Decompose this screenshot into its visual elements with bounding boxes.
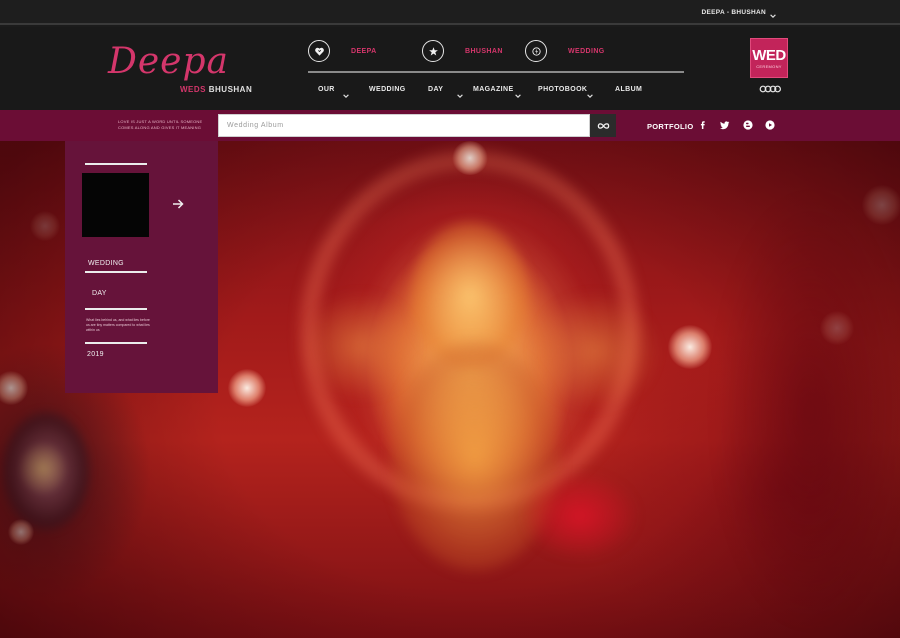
site-header: Deepa WEDS BHUSHAN DEEPA BHUSHAN WEDDING [0,27,900,110]
tab-deepa[interactable]: DEEPA [308,39,377,63]
divider [85,308,147,310]
user-menu-label: DEEPA - BHUSHAN [701,9,766,16]
tagline: LOVE IS JUST A WORD UNTIL SOMEONE COMES … [118,119,203,130]
infinity-icon [597,122,609,129]
chevron-down-icon[interactable] [586,87,594,98]
divider [85,271,147,273]
tab-divider [308,71,684,73]
badge-subtitle: CEREMONY [756,63,782,69]
nav-item-our[interactable]: OUR [318,86,335,93]
top-bar: DEEPA - BHUSHAN [0,0,900,25]
portfolio-link[interactable]: PORTFOLIO [647,122,693,131]
nav-item-magazine[interactable]: MAGAZINE [473,86,514,93]
wed-ceremony-badge[interactable]: WED CEREMONY [750,38,788,78]
nav-item-photobook[interactable]: PHOTOBOOK [538,86,587,93]
twitter-icon[interactable] [719,119,731,131]
heart-icon [308,40,330,62]
tab-label: WEDDING [568,47,605,55]
panel-title-line-2: DAY [92,290,107,297]
bolt-icon [525,40,547,62]
tab-label: BHUSHAN [465,47,503,55]
search-placeholder: Wedding Album [227,122,284,129]
user-menu[interactable]: DEEPA - BHUSHAN [702,9,766,16]
arrow-right-icon[interactable] [171,197,185,211]
logo-sub-name: BHUSHAN [208,85,253,94]
chevron-down-icon[interactable] [456,87,464,98]
divider [85,163,147,165]
logo-subtitle: WEDS BHUSHAN [180,85,252,94]
nav-item-album[interactable]: ALBUM [615,86,642,93]
youtube-icon[interactable] [764,119,776,131]
album-panel: WEDDING DAY What lies behind us, and wha… [65,141,218,393]
nav-item-wedding[interactable]: WEDDING [369,86,406,93]
nav-item-day[interactable]: DAY [428,86,443,93]
search-input[interactable]: Wedding Album [218,114,590,137]
logo-script: Deepa [108,41,229,82]
search-button[interactable] [590,114,616,137]
badge-title: WED [752,46,786,64]
search-strip: LOVE IS JUST A WORD UNTIL SOMEONE COMES … [0,110,900,141]
star-icon [422,40,444,62]
blogger-icon[interactable] [742,119,754,131]
logo[interactable]: Deepa WEDS BHUSHAN [108,41,258,103]
logo-sub-prefix: WEDS [180,85,206,94]
rings-icon [759,85,781,93]
album-thumbnail[interactable] [82,173,149,237]
chevron-down-icon[interactable] [514,87,522,98]
tab-bhushan[interactable]: BHUSHAN [422,39,503,63]
divider [85,342,147,344]
tab-wedding[interactable]: WEDDING [525,39,605,63]
tab-label: DEEPA [351,47,377,55]
facebook-icon[interactable] [697,119,709,131]
panel-description: What lies behind us, and what lies befor… [86,318,150,332]
panel-year: 2019 [87,351,104,358]
panel-title-line-1: WEDDING [88,260,124,267]
chevron-down-icon[interactable] [769,7,779,18]
chevron-down-icon[interactable] [342,87,350,98]
